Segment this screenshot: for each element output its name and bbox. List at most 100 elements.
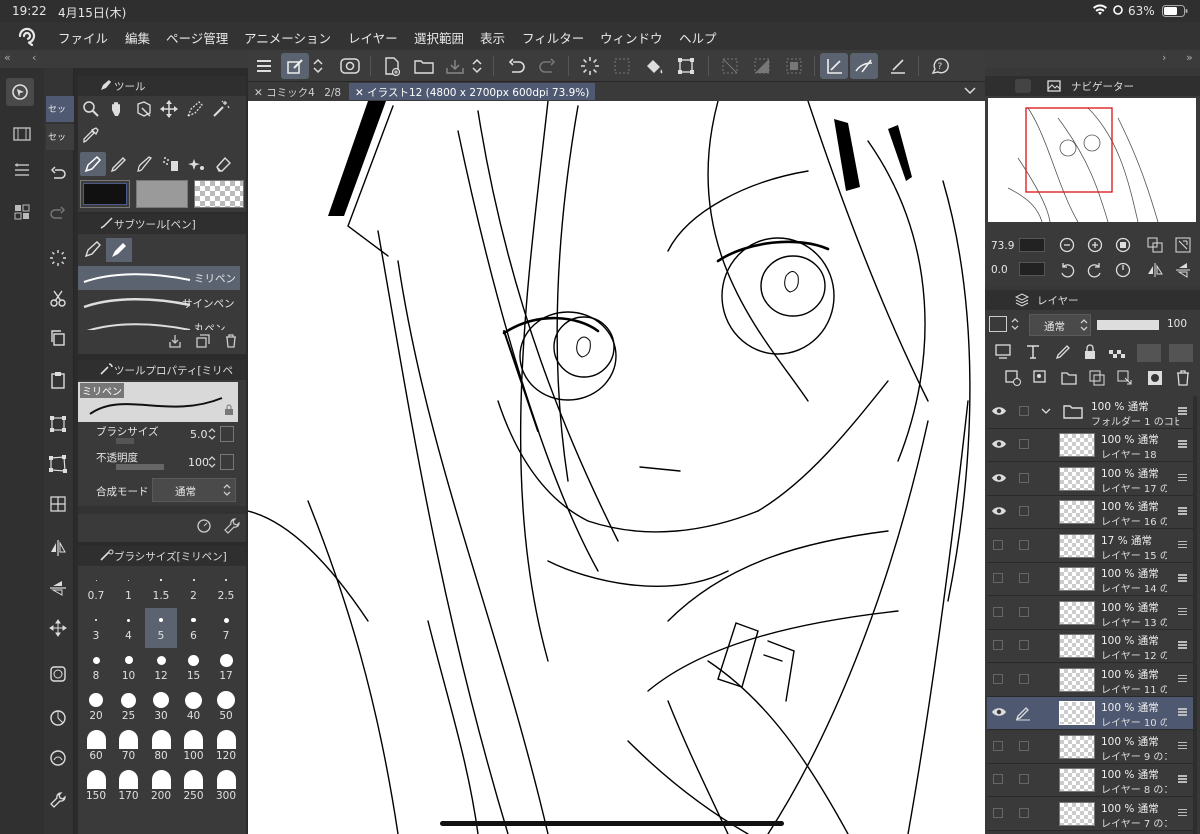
brush-size-cell[interactable]: 2.5 (210, 568, 242, 608)
transfer-down-icon[interactable] (1089, 370, 1105, 389)
move-tool-icon[interactable] (160, 100, 178, 121)
hand-tool-icon[interactable] (108, 100, 126, 121)
ruler-toggle-icon[interactable] (1169, 344, 1193, 362)
save-stepper-icon[interactable] (469, 53, 485, 79)
settings-wrench-icon[interactable] (44, 786, 72, 814)
lock-icon[interactable] (224, 404, 234, 419)
drawing-canvas[interactable]: 01 (248, 101, 985, 834)
brush-size-cell[interactable]: 60 (80, 728, 112, 768)
menu-window[interactable]: ウィンドウ (600, 28, 663, 47)
invert-selection-icon[interactable] (748, 53, 776, 79)
open-folder-icon[interactable] (410, 53, 438, 79)
fill-bucket-icon[interactable] (640, 53, 668, 79)
eye-icon[interactable] (991, 472, 1007, 487)
layer-menu-icon[interactable] (1178, 574, 1187, 576)
navigator-picture-icon[interactable] (1047, 79, 1061, 96)
timeline-dock-icon[interactable] (8, 120, 36, 148)
navigator-rotation-value[interactable]: 0.0 (991, 264, 1008, 276)
brush-size-cell[interactable]: 7 (210, 608, 242, 648)
brush-size-slider[interactable] (116, 438, 134, 444)
brush-size-cell[interactable]: 120 (210, 728, 242, 768)
brush-size-cell[interactable]: 0.7 (80, 568, 112, 608)
lock-transparent-icon[interactable] (1109, 344, 1125, 363)
selection-pen-icon[interactable] (186, 100, 204, 121)
navigator-preview[interactable] (988, 98, 1196, 223)
pencil-tool-icon[interactable] (110, 155, 128, 176)
new-file-icon[interactable] (378, 53, 406, 79)
flip-vertical-view-icon[interactable] (1175, 262, 1191, 281)
brush-size-cell[interactable]: 100 (178, 728, 210, 768)
brush-size-cell[interactable]: 12 (145, 648, 177, 688)
layer-row[interactable]: 100 % 通常レイヤー 7 のコピー (987, 797, 1195, 831)
new-folder-icon[interactable] (1061, 370, 1077, 389)
color-icon[interactable] (44, 704, 72, 732)
zoom-slider[interactable] (1019, 238, 1045, 252)
material-dock-icon[interactable] (8, 198, 36, 226)
layer-menu-icon[interactable] (1178, 440, 1187, 442)
layer-folder-row[interactable]: 100 % 通常 フォルダー 1 のコピー (987, 396, 1195, 429)
set-tab-2[interactable]: セッ (46, 124, 74, 150)
mask-toggle-icon[interactable] (1137, 344, 1161, 362)
brush-size-cell[interactable]: 2 (178, 568, 210, 608)
brush-size-cell[interactable]: 17 (210, 648, 242, 688)
layer-scrollbar[interactable] (1193, 396, 1197, 834)
layer-checkbox[interactable] (1019, 472, 1029, 483)
menu-layer[interactable]: レイヤー (348, 28, 398, 47)
menu-filter[interactable]: フィルター (522, 28, 584, 47)
layer-menu-icon[interactable] (1178, 775, 1187, 777)
settings-clock-icon[interactable] (196, 518, 212, 537)
home-indicator[interactable] (440, 821, 784, 826)
eye-hidden-checkbox[interactable] (993, 774, 1003, 784)
tab-comic[interactable]: ✕ コミック4 2/8 (248, 83, 347, 100)
snap-grid-icon[interactable] (884, 53, 912, 79)
eye-hidden-checkbox[interactable] (993, 606, 1003, 617)
companion-icon[interactable] (336, 53, 364, 79)
undo-icon[interactable] (502, 53, 530, 79)
fit-view-icon[interactable] (1147, 237, 1163, 256)
brush-size-cell[interactable]: 1.5 (145, 568, 177, 608)
duplicate-icon[interactable] (196, 334, 210, 351)
menu-edit[interactable]: 編集 (125, 28, 150, 47)
trash-icon[interactable] (224, 334, 238, 351)
eye-hidden-checkbox[interactable] (993, 673, 1003, 684)
navigator-tab-icon[interactable] (1015, 79, 1031, 93)
brush-size-cell[interactable]: 250 (178, 768, 210, 808)
auto-select-icon[interactable] (212, 100, 230, 121)
new-vector-layer-icon[interactable] (1033, 370, 1049, 389)
navigator-dock-icon[interactable] (6, 78, 34, 106)
deselect-icon[interactable] (716, 53, 744, 79)
rotate-right-icon[interactable] (1087, 262, 1103, 281)
reference-layer-icon[interactable] (1025, 344, 1041, 363)
move-layer-icon[interactable] (44, 614, 72, 642)
rotate-reset-icon[interactable] (1115, 262, 1131, 281)
menu-view[interactable]: 表示 (480, 28, 505, 47)
collapse-right-icon[interactable]: » (1186, 51, 1193, 64)
snap-special-ruler-icon[interactable] (850, 53, 878, 79)
eye-icon[interactable] (991, 438, 1007, 453)
layer-opacity-slider[interactable] (1097, 320, 1159, 330)
menu-hamburger-icon[interactable] (250, 53, 278, 79)
layer-opacity-value[interactable]: 100 (1167, 318, 1187, 330)
eye-hidden-checkbox[interactable] (993, 573, 1003, 583)
layer-row[interactable]: 100 % 通常レイヤー 13 のコピー (987, 596, 1195, 630)
layer-row[interactable]: 17 % 通常レイヤー 15 のコピー (987, 529, 1195, 563)
brush-size-cell[interactable]: 200 (145, 768, 177, 808)
crop-icon[interactable] (44, 660, 72, 688)
menu-animation[interactable]: アニメーション (244, 28, 331, 47)
layer-row[interactable]: 100 % 通常レイヤー 16 のコピー (987, 496, 1195, 529)
opacity-value[interactable]: 100 (188, 456, 209, 469)
brush-tool-icon[interactable] (136, 155, 154, 176)
redo-icon[interactable] (44, 200, 72, 228)
tab-list-chevron-down-icon[interactable] (964, 84, 976, 99)
brush-size-cell[interactable]: 10 (113, 648, 145, 688)
help-icon[interactable]: ? (926, 53, 954, 79)
snap-ruler-icon[interactable] (820, 53, 848, 79)
brush-size-cell[interactable]: 6 (178, 608, 210, 648)
transform-icon[interactable] (672, 53, 700, 79)
eye-hidden-checkbox[interactable] (993, 640, 1003, 650)
copy-icon[interactable] (44, 324, 72, 352)
select-all-icon[interactable] (780, 53, 808, 79)
layer-menu-icon[interactable] (1178, 708, 1187, 710)
close-icon[interactable]: ✕ (355, 87, 364, 99)
brush-size-cell[interactable]: 40 (178, 688, 210, 728)
